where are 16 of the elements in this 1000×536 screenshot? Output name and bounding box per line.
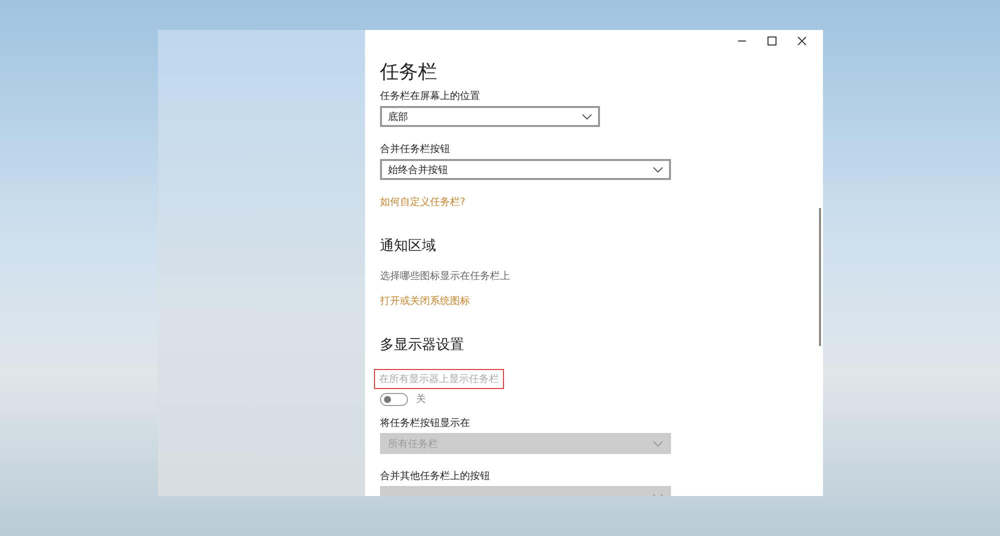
description-text: 选择哪些图标显示在任务栏上	[380, 270, 511, 283]
chevron-icon	[653, 166, 663, 172]
toggle-state: 关	[416, 392, 426, 406]
chevron-icon	[582, 114, 592, 120]
setting-label: 在所有显示器上显示任务栏	[374, 369, 504, 389]
chevron-icon	[653, 440, 663, 446]
setting-label: 将任务栏按钮显示在	[380, 417, 471, 430]
page-title: 任务栏	[380, 60, 438, 84]
scrollbar[interactable]	[819, 208, 821, 346]
section-heading: 通知区域	[380, 237, 437, 255]
setting-label: 任务栏在屏幕上的位置	[380, 90, 481, 103]
dropdown[interactable]: 始终合并按钮	[380, 159, 671, 180]
section-heading: 多显示器设置	[380, 336, 465, 354]
setting-label: 合并其他任务栏上的按钮	[380, 470, 491, 483]
dropdown[interactable]: 底部	[380, 106, 600, 127]
setting-label: 合并任务栏按钮	[380, 143, 451, 156]
